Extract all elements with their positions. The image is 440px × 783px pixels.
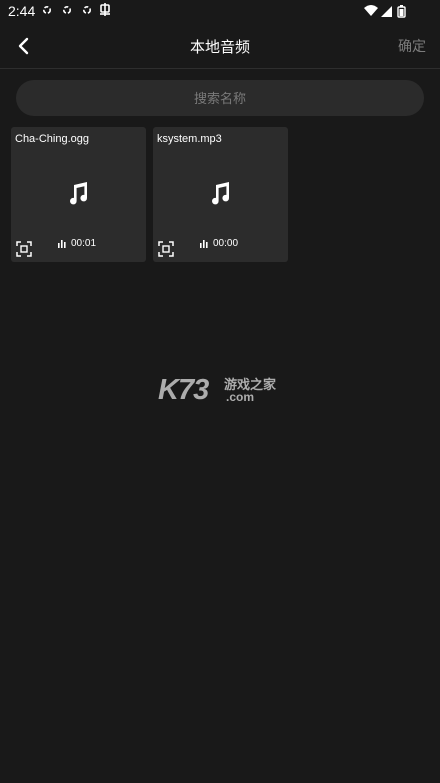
audio-file-name: Cha-Ching.ogg xyxy=(15,133,89,145)
confirm-button[interactable]: 确定 xyxy=(398,36,426,56)
duration-text: 00:01 xyxy=(71,238,97,249)
status-bar: 2:44 xyxy=(0,0,440,24)
watermark-logo: K73 游戏之家 .com xyxy=(158,374,288,408)
audio-file-card[interactable]: ksystem.mp3 00:00 xyxy=(153,127,288,262)
watermark-brand: K73 xyxy=(158,374,209,406)
page-title: 本地音频 xyxy=(189,39,250,56)
bug-icon xyxy=(100,3,110,16)
signal-icon xyxy=(381,6,392,17)
audio-duration: 00:00 xyxy=(200,238,238,249)
fullscreen-icon[interactable] xyxy=(158,241,174,257)
music-note-icon xyxy=(70,182,88,205)
watermark-domain: .com xyxy=(226,390,255,404)
battery-icon xyxy=(397,5,406,18)
sync-icon xyxy=(42,5,52,15)
status-right-icons xyxy=(364,4,412,23)
sync-icon xyxy=(62,5,72,15)
wifi-icon xyxy=(364,5,378,16)
search-bar xyxy=(16,80,424,116)
fullscreen-icon[interactable] xyxy=(16,241,32,257)
sync-icon xyxy=(82,5,92,15)
audio-duration: 00:01 xyxy=(58,238,96,249)
audio-file-card[interactable]: Cha-Ching.ogg 00:01 xyxy=(11,127,146,262)
app-header: 本地音频 确定 xyxy=(0,24,440,69)
waveform-icon xyxy=(200,239,208,248)
music-note-icon xyxy=(212,182,230,205)
audio-file-name: ksystem.mp3 xyxy=(157,133,222,145)
search-input[interactable] xyxy=(16,89,424,107)
duration-text: 00:00 xyxy=(213,238,239,249)
waveform-icon xyxy=(58,239,66,248)
status-time: 2:44 xyxy=(8,3,36,19)
